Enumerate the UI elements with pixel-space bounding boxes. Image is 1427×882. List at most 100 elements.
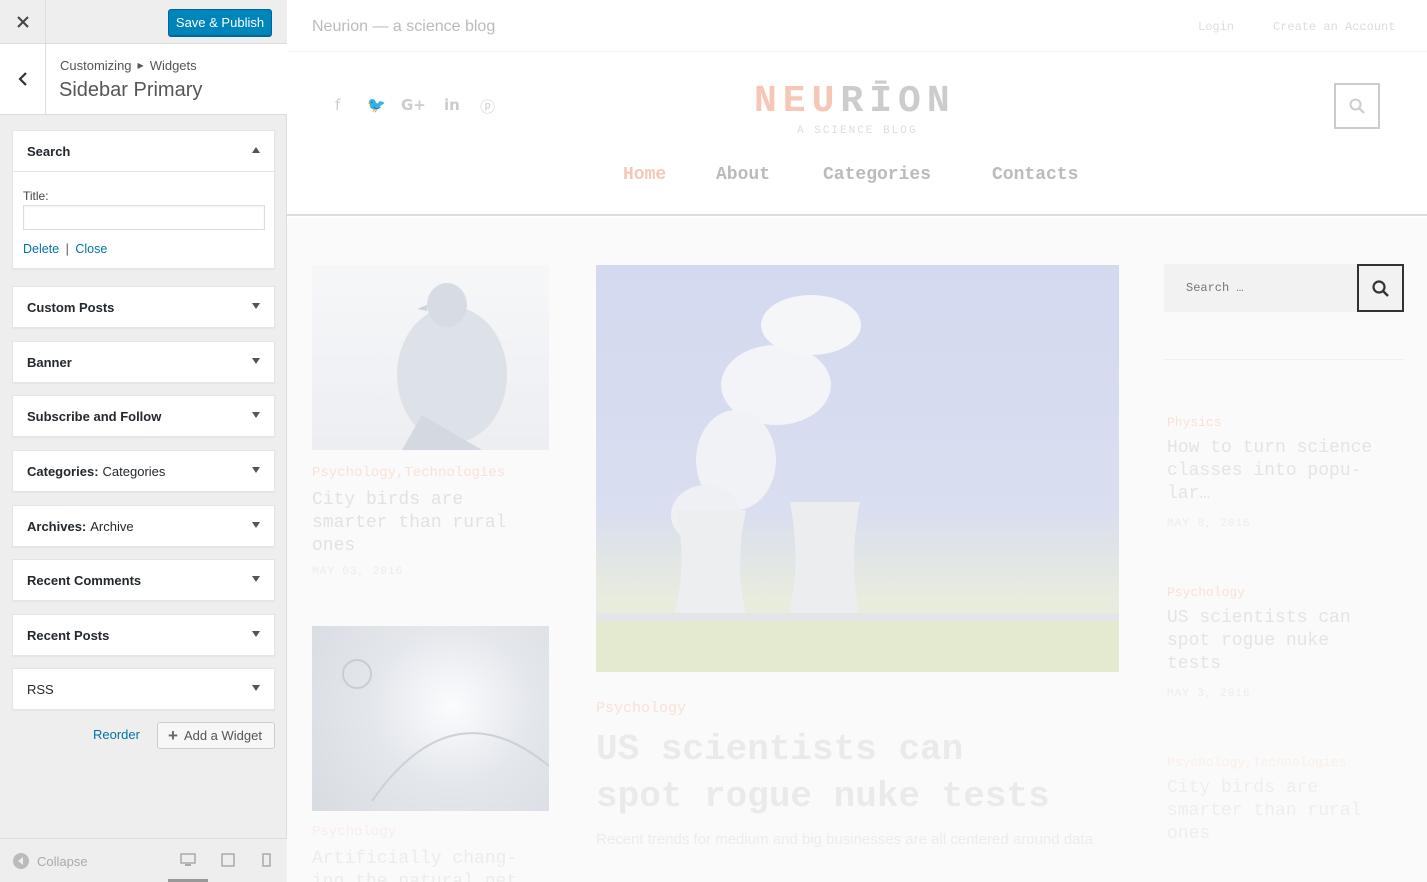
arrow-down-icon[interactable] [252, 412, 260, 418]
widget-recent-posts[interactable]: Recent Posts [12, 614, 275, 656]
widget-header[interactable]: Search [13, 131, 274, 171]
sidebar-post-title[interactable]: How to turn science classes into popu- l… [1167, 437, 1372, 506]
widget-title: Subscribe and Follow [27, 408, 162, 424]
widget-subtitle: Archive [90, 518, 134, 534]
title-input[interactable] [23, 205, 265, 230]
featured-excerpt: Recent trends for medium and big busines… [596, 831, 1093, 848]
widget-title: Search [27, 143, 71, 159]
nav-about[interactable]: About [716, 165, 770, 185]
sidebar-post-category[interactable]: Physics [1167, 415, 1222, 430]
post-category[interactable]: Psychology [312, 824, 396, 840]
arrow-down-icon[interactable] [252, 576, 260, 582]
close-widget-link[interactable]: Close [75, 242, 107, 256]
post-thumbnail-pigeon[interactable] [312, 265, 549, 450]
widget-header[interactable]: Banner [13, 342, 274, 382]
collapse-button[interactable]: Collapse [13, 853, 88, 869]
widget-categories[interactable]: Categories: Categories [12, 450, 275, 492]
widget-header[interactable]: RSS [13, 669, 274, 709]
panel-header: Save & Publish [0, 0, 287, 44]
post-date: MAY 03, 2016 [312, 566, 404, 578]
mobile-preview-icon[interactable] [262, 853, 271, 872]
sidebar-divider [1164, 359, 1404, 360]
widget-header[interactable]: Archives: Archive [13, 506, 274, 546]
arrow-up-icon[interactable] [252, 147, 260, 153]
widget-title: Archives: [27, 518, 87, 534]
sidebar-post-title[interactable]: City birds are smarter than rural ones [1167, 777, 1361, 846]
sidebar-post-date: MAY 8, 2016 [1167, 518, 1251, 530]
delete-widget-link[interactable]: Delete [23, 242, 59, 256]
section-header: Customizing ▶ Widgets Sidebar Primary [0, 44, 287, 115]
logo-tagline: A SCIENCE BLOG [797, 125, 918, 137]
arrow-down-icon[interactable] [252, 631, 260, 637]
featured-category[interactable]: Psychology [596, 700, 686, 717]
arrow-down-icon[interactable] [252, 467, 260, 473]
sidebar-post-title[interactable]: US scientists can spot rogue nuke tests [1167, 607, 1351, 676]
twitter-icon[interactable]: 🐦 [367, 96, 386, 114]
site-preview: Neurion — a science blog Login Create an… [287, 0, 1427, 882]
widget-title: Categories: [27, 463, 99, 479]
post-title[interactable]: Artificially chang- ing the natural net [312, 848, 517, 882]
sidebar-search-form: Search … [1164, 264, 1404, 312]
arrow-down-icon[interactable] [252, 685, 260, 691]
widget-form: Title: Delete | Close [13, 171, 274, 268]
close-customizer-button[interactable] [0, 0, 46, 44]
nav-contacts[interactable]: Contacts [992, 165, 1078, 185]
featured-title[interactable]: US scientists can spot rogue nuke tests [596, 726, 1050, 820]
sidebar-search-input[interactable]: Search … [1186, 281, 1244, 295]
widget-title: RSS [27, 681, 54, 697]
widget-rss[interactable]: RSS [12, 668, 275, 710]
plus-icon: + [168, 725, 178, 745]
collapse-label: Collapse [37, 853, 88, 869]
widget-recent-comments[interactable]: Recent Comments [12, 559, 275, 601]
post-thumbnail-space[interactable] [312, 626, 550, 811]
actions-separator: | [65, 242, 69, 256]
nav-home[interactable]: Home [623, 165, 666, 185]
add-widget-button[interactable]: + Add a Widget [157, 722, 275, 749]
panel-footer: Collapse [0, 838, 287, 882]
widget-banner[interactable]: Banner [12, 341, 275, 383]
desktop-preview-icon[interactable] [180, 853, 196, 872]
widget-header[interactable]: Subscribe and Follow [13, 396, 274, 436]
widget-header[interactable]: Recent Posts [13, 615, 274, 655]
widget-title: Banner [27, 354, 72, 370]
site-logo[interactable]: NEURĪON [754, 80, 956, 123]
arrow-down-icon[interactable] [252, 522, 260, 528]
search-icon [1349, 98, 1365, 114]
widget-header[interactable]: Recent Comments [13, 560, 274, 600]
sidebar-post-category[interactable]: Psychology [1167, 585, 1245, 600]
widget-header[interactable]: Categories: Categories [13, 451, 274, 491]
reorder-link[interactable]: Reorder [93, 727, 140, 742]
header-search-button[interactable] [1334, 83, 1380, 129]
back-button[interactable] [0, 44, 46, 114]
top-bar: Neurion — a science blog Login Create an… [287, 0, 1427, 52]
close-icon [16, 16, 29, 28]
post-title[interactable]: City birds are smarter than rural ones [312, 489, 506, 558]
sidebar-search-button[interactable] [1357, 264, 1404, 312]
tablet-preview-icon[interactable] [221, 853, 235, 872]
facebook-icon[interactable]: f [335, 96, 340, 114]
sidebar-post-category[interactable]: Psychology,Technologies [1167, 755, 1346, 770]
login-link[interactable]: Login [1198, 20, 1234, 34]
save-publish-button[interactable]: Save & Publish [168, 9, 272, 36]
featured-thumbnail-cooling-towers[interactable] [596, 265, 1119, 672]
add-widget-label: Add a Widget [183, 728, 262, 743]
pinterest-icon[interactable]: ⓟ [480, 96, 495, 117]
widget-header[interactable]: Custom Posts [13, 287, 274, 327]
sidebar-post-date: MAY 3, 2016 [1167, 688, 1251, 700]
create-account-link[interactable]: Create an Account [1273, 20, 1395, 34]
nav-categories[interactable]: Categories [823, 165, 931, 185]
widget-custom-posts[interactable]: Custom Posts [12, 286, 275, 328]
widget-subscribe-follow[interactable]: Subscribe and Follow [12, 395, 275, 437]
content-area: Psychology,Technologies City birds are s… [287, 218, 1427, 882]
post-category[interactable]: Psychology,Technologies [312, 465, 505, 481]
arrow-down-icon[interactable] [252, 358, 260, 364]
breadcrumb: Customizing ▶ Widgets [60, 58, 197, 73]
widget-subtitle: Categories [102, 463, 166, 479]
customizer-panel: Save & Publish Customizing ▶ Widgets Sideb… [0, 0, 287, 882]
linkedin-icon[interactable]: in [444, 96, 460, 114]
breadcrumb-current: Widgets [149, 58, 197, 73]
arrow-down-icon[interactable] [252, 303, 260, 309]
widget-archives[interactable]: Archives: Archive [12, 505, 275, 547]
google-plus-icon[interactable]: G+ [401, 96, 426, 114]
site-header: f 🐦 G+ in ⓟ NEURĪON A SCIENCE BLOG Home … [287, 52, 1427, 216]
